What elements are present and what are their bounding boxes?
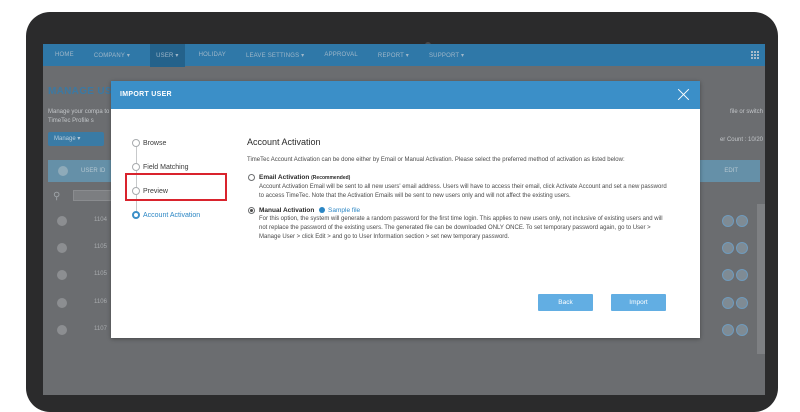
manual-activation-radio[interactable] — [248, 207, 255, 214]
nav-holiday[interactable]: HOLIDAY — [199, 52, 226, 58]
row-select-radio[interactable] — [57, 298, 67, 308]
add-icon[interactable] — [736, 242, 748, 254]
user-count: er Count : 10/20 — [719, 137, 763, 143]
download-icon — [319, 207, 326, 213]
section-title: Account Activation — [247, 137, 321, 147]
manual-activation-description: For this option, the system will generat… — [259, 216, 663, 240]
step-dot-icon — [132, 163, 140, 171]
import-user-modal: IMPORT USER Browse Field Matching Previe… — [111, 81, 700, 338]
add-icon[interactable] — [736, 215, 748, 227]
row-user-id: 1105 — [94, 271, 107, 277]
edit-icon[interactable] — [722, 215, 734, 227]
select-all-checkbox[interactable] — [58, 166, 68, 176]
sample-file-link[interactable]: Sample file — [319, 207, 360, 214]
search-icon: ⚲ — [53, 191, 61, 202]
manage-button[interactable]: Manage ▾ — [48, 132, 104, 146]
email-activation-title: Email Activation (Recommended) — [259, 173, 687, 183]
step-dot-icon — [132, 139, 140, 147]
nav-approval[interactable]: APPROVAL — [324, 52, 358, 58]
row-user-id: 1105 — [94, 244, 107, 250]
nav-company[interactable]: COMPANY ▾ — [94, 52, 130, 59]
nav-support[interactable]: SUPPORT ▾ — [429, 52, 464, 59]
step-dot-icon — [132, 211, 140, 219]
highlight-box — [125, 173, 227, 201]
page-description: Manage your compa to TimeTec Profile s — [48, 109, 110, 124]
apps-grid-icon[interactable] — [751, 51, 759, 59]
nav-home[interactable]: HOME — [55, 52, 74, 58]
nav-leave-settings[interactable]: LEAVE SETTINGS ▾ — [246, 52, 304, 59]
step-label: Account Activation — [143, 211, 201, 219]
nav-user[interactable]: USER ▾ — [150, 44, 185, 67]
row-user-id: 1107 — [94, 326, 107, 332]
column-user-id: USER ID — [81, 168, 106, 174]
step-label: Browse — [143, 139, 167, 147]
nav-report[interactable]: REPORT ▾ — [378, 52, 409, 59]
modal-title: IMPORT USER — [120, 91, 172, 98]
manual-activation-title: Manual Activation Sample file — [259, 206, 687, 215]
search-input[interactable] — [73, 190, 113, 201]
import-button[interactable]: Import — [611, 294, 666, 311]
activation-intro: TimeTec Account Activation can be done e… — [247, 157, 625, 163]
manual-activation-label: Manual Activation — [259, 207, 315, 214]
email-activation-option[interactable]: Email Activation (Recommended) Account A… — [247, 173, 687, 201]
back-button[interactable]: Back — [538, 294, 593, 311]
row-select-radio[interactable] — [57, 325, 67, 335]
edit-icon[interactable] — [722, 324, 734, 336]
row-select-radio[interactable] — [57, 270, 67, 280]
manual-activation-option[interactable]: Manual Activation Sample file For this o… — [247, 206, 687, 242]
top-navigation: HOME COMPANY ▾ USER ▾ HOLIDAY LEAVE SETT… — [43, 44, 765, 67]
edit-icon[interactable] — [722, 297, 734, 309]
activation-content: Account Activation TimeTec Account Activ… — [247, 137, 687, 247]
close-icon[interactable] — [678, 88, 690, 100]
page-title: MANAGE USE — [48, 86, 119, 97]
row-select-radio[interactable] — [57, 216, 67, 226]
step-browse[interactable]: Browse — [132, 136, 166, 150]
add-icon[interactable] — [736, 297, 748, 309]
edit-icon[interactable] — [722, 242, 734, 254]
sample-file-label: Sample file — [328, 207, 361, 214]
row-select-radio[interactable] — [57, 243, 67, 253]
email-activation-label: Email Activation — [259, 174, 310, 181]
modal-header: IMPORT USER — [111, 81, 700, 109]
scrollbar[interactable] — [757, 204, 765, 354]
column-edit: EDIT — [724, 168, 738, 174]
wizard-steps: Browse Field Matching Preview Account Ac… — [111, 109, 231, 309]
add-icon[interactable] — [736, 269, 748, 281]
add-icon[interactable] — [736, 324, 748, 336]
page-description-right: file or switch — [729, 109, 763, 115]
step-field-matching[interactable]: Field Matching — [132, 160, 189, 174]
email-activation-description: Account Activation Email will be sent to… — [259, 184, 667, 199]
step-label: Field Matching — [143, 163, 189, 171]
recommended-note: (Recommended) — [311, 175, 351, 181]
row-user-id: 1106 — [94, 299, 107, 305]
row-user-id: 1104 — [94, 217, 107, 223]
step-account-activation[interactable]: Account Activation — [132, 208, 200, 222]
email-activation-radio[interactable] — [248, 174, 255, 181]
edit-icon[interactable] — [722, 269, 734, 281]
